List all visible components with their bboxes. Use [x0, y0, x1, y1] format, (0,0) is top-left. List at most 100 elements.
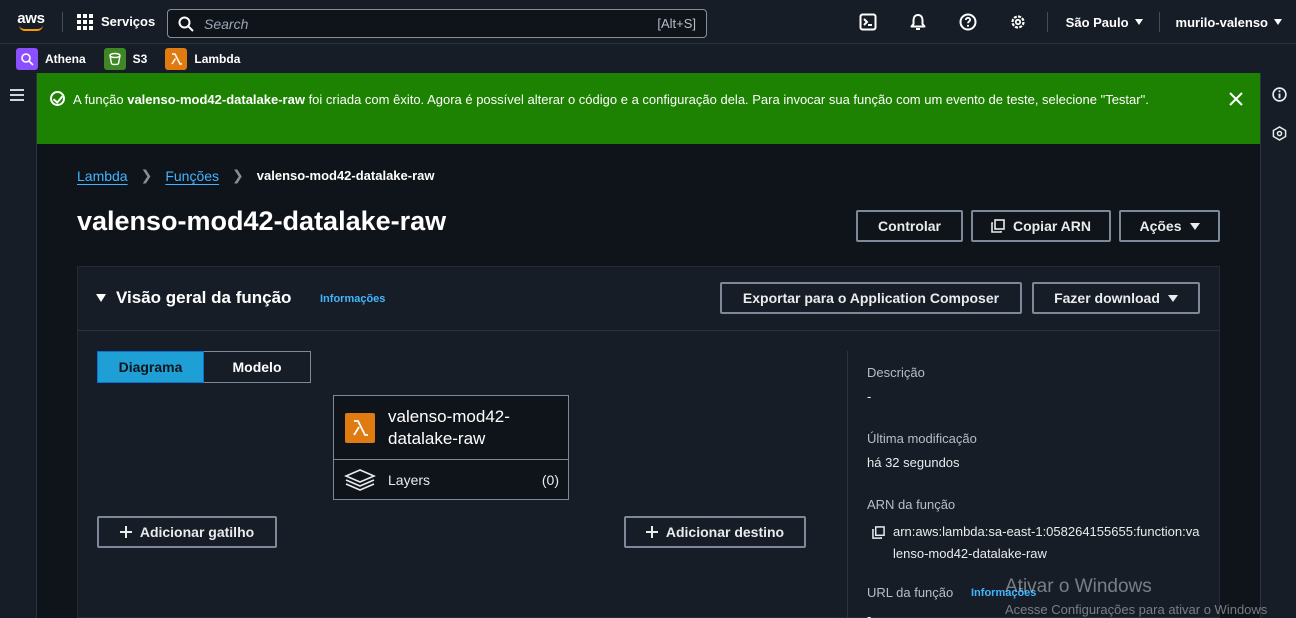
- cloudshell-button[interactable]: [843, 0, 893, 44]
- feedback-icon[interactable]: [1272, 126, 1287, 141]
- actions-label: Ações: [1139, 218, 1182, 234]
- last-modified-value: há 32 segundos: [867, 455, 960, 470]
- add-destination-button[interactable]: Adicionar destino: [624, 516, 806, 548]
- chevron-down-icon: [1134, 19, 1143, 25]
- panel-title-toggle[interactable]: Visão geral da função: [96, 288, 291, 308]
- divider: [847, 351, 848, 618]
- caret-down-icon: [96, 294, 106, 302]
- success-flash-banner: A função valenso-mod42-datalake-raw foi …: [37, 73, 1260, 144]
- url-value: -: [867, 609, 872, 618]
- copy-arn-button[interactable]: Copiar ARN: [971, 210, 1111, 242]
- function-node-name: valenso-mod42- datalake-raw: [388, 406, 558, 450]
- chevron-right-icon: ❯: [232, 167, 244, 183]
- breadcrumb: Lambda ❯ Funções ❯ valenso-mod42-datalak…: [77, 167, 435, 184]
- download-label: Fazer download: [1054, 290, 1160, 306]
- breadcrumb-functions[interactable]: Funções: [165, 168, 219, 184]
- notifications-button[interactable]: [893, 0, 943, 44]
- tab-diagram[interactable]: Diagrama: [97, 351, 204, 383]
- cloudshell-icon: [859, 13, 877, 31]
- nav-right-group: São Paulo murilo-valenso: [843, 0, 1296, 44]
- copy-icon[interactable]: [872, 526, 885, 539]
- services-menu-button[interactable]: Serviços: [77, 13, 156, 30]
- download-dropdown-button[interactable]: Fazer download: [1032, 282, 1200, 314]
- flash-message: A função valenso-mod42-datalake-raw foi …: [73, 89, 1213, 111]
- menu-icon[interactable]: [10, 89, 24, 104]
- add-trigger-button[interactable]: Adicionar gatilho: [97, 516, 277, 548]
- divider: [1158, 12, 1160, 32]
- panel-title: Visão geral da função: [116, 288, 292, 307]
- aws-logo-text: aws: [17, 10, 45, 27]
- left-rail: [0, 73, 37, 618]
- account-menu[interactable]: murilo-valenso: [1162, 15, 1296, 30]
- arn-value: arn:aws:lambda:sa-east-1:058264155655:fu…: [893, 524, 1200, 561]
- chevron-down-icon: [1274, 19, 1282, 25]
- account-label: murilo-valenso: [1175, 14, 1268, 30]
- flash-suffix: foi criada com êxito. Agora é possível a…: [304, 92, 1149, 107]
- layers-icon: [344, 469, 376, 491]
- search-input[interactable]: [194, 10, 658, 37]
- plus-icon: [645, 526, 658, 538]
- favorite-label: Lambda: [194, 51, 241, 66]
- caret-down-icon: [1167, 294, 1178, 302]
- view-toggle: Diagrama Modelo: [97, 351, 311, 383]
- favorites-bar: Athena S3 Lambda: [0, 44, 1296, 73]
- flash-function-name: valenso-mod42-datalake-raw: [127, 92, 305, 107]
- function-node-header: valenso-mod42- datalake-raw: [334, 396, 568, 460]
- info-icon[interactable]: [1272, 87, 1287, 102]
- right-rail: [1260, 73, 1296, 618]
- chevron-right-icon: ❯: [140, 167, 153, 183]
- throttle-button[interactable]: Controlar: [856, 210, 963, 242]
- description-label: Descrição: [867, 365, 925, 380]
- settings-icon: [1011, 15, 1025, 29]
- export-composer-button[interactable]: Exportar para o Application Composer: [720, 282, 1022, 314]
- info-link[interactable]: Informações: [320, 293, 385, 305]
- search-box[interactable]: [Alt+S]: [167, 9, 707, 38]
- tab-template[interactable]: Modelo: [204, 351, 311, 383]
- flash-prefix: A função: [73, 92, 128, 107]
- lambda-icon: [165, 47, 188, 70]
- function-node-name-line2: datalake-raw: [388, 429, 486, 448]
- favorite-label: Athena: [45, 51, 86, 66]
- caret-down-icon: [1189, 222, 1200, 230]
- search-shortcut: [Alt+S]: [657, 16, 696, 31]
- function-overview-panel: Visão geral da função Informações Export…: [77, 266, 1220, 618]
- plus-icon: [119, 526, 132, 538]
- success-icon: [50, 91, 65, 106]
- function-node[interactable]: valenso-mod42- datalake-raw Layers (0): [333, 395, 569, 500]
- help-button[interactable]: [943, 0, 993, 44]
- services-label: Serviços: [101, 14, 156, 29]
- region-selector[interactable]: São Paulo: [1052, 15, 1157, 30]
- layers-label: Layers: [388, 472, 431, 488]
- s3-icon: [103, 47, 126, 70]
- services-grid-icon: [77, 13, 93, 30]
- lambda-icon: [345, 413, 375, 443]
- windows-activation-subtitle: Acesse Configurações para ativar o Windo…: [1005, 602, 1268, 617]
- page-title: valenso-mod42-datalake-raw: [77, 206, 447, 236]
- layers-row[interactable]: Layers (0): [334, 460, 568, 500]
- breadcrumb-lambda[interactable]: Lambda: [77, 168, 128, 184]
- close-icon[interactable]: [1227, 90, 1245, 108]
- notifications-icon: [910, 14, 926, 30]
- arn-row: arn:aws:lambda:sa-east-1:058264155655:fu…: [867, 521, 1202, 565]
- copy-arn-label: Copiar ARN: [1012, 218, 1092, 234]
- favorite-lambda[interactable]: Lambda: [165, 47, 241, 70]
- description-value: -: [867, 389, 872, 404]
- aws-logo[interactable]: aws: [14, 5, 48, 39]
- arn-label: ARN da função: [867, 497, 956, 512]
- divider: [62, 11, 63, 32]
- favorite-s3[interactable]: S3: [103, 47, 148, 70]
- favorite-label: S3: [132, 51, 148, 66]
- athena-icon: [16, 47, 38, 70]
- favorite-athena[interactable]: Athena: [16, 47, 86, 70]
- main-content: Lambda ❯ Funções ❯ valenso-mod42- datalak…: [37, 144, 1260, 618]
- actions-dropdown-button[interactable]: Ações: [1119, 210, 1220, 242]
- layers-count: (0): [541, 472, 559, 488]
- export-label: Exportar para o Application Composer: [742, 290, 1000, 306]
- function-node-name-line1: valenso-mod42-: [388, 407, 510, 426]
- last-modified-label: Última modificação: [867, 431, 977, 446]
- region-label: São Paulo: [1065, 14, 1129, 30]
- settings-button[interactable]: [993, 0, 1043, 44]
- search-icon: [178, 16, 194, 32]
- copy-icon: [991, 219, 1005, 233]
- breadcrumb-current: valenso-mod42-datalake-raw: [256, 168, 435, 183]
